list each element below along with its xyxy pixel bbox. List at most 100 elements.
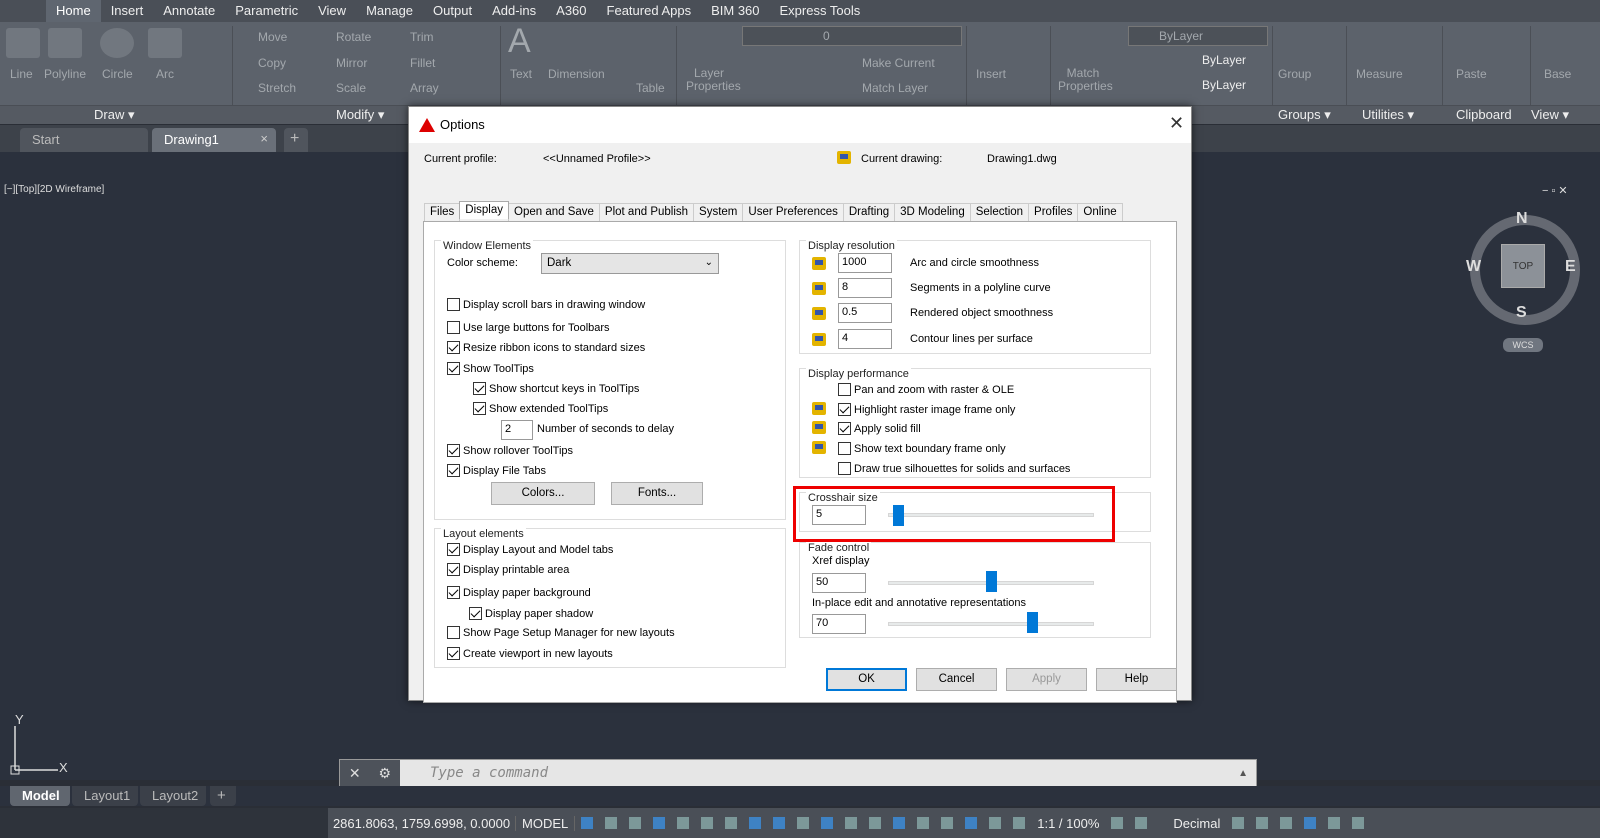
polar-tracking-icon[interactable] — [701, 817, 714, 829]
option-true-silhouettes[interactable]: Draw true silhouettes for solids and sur… — [838, 462, 1070, 475]
compass-north[interactable]: N — [1516, 210, 1528, 228]
customize-wrench-icon[interactable]: ⚙ — [379, 765, 392, 782]
wcs-menu[interactable]: WCS — [1503, 338, 1543, 352]
circle-icon[interactable] — [100, 28, 134, 58]
inplace-slider-track[interactable] — [888, 622, 1094, 626]
arc-smoothness-input[interactable]: 1000 — [838, 253, 892, 273]
tab-model[interactable]: Model — [10, 786, 70, 806]
gizmo-icon[interactable] — [941, 817, 954, 829]
arc-icon[interactable] — [148, 28, 182, 58]
trim-tool[interactable]: Trim — [410, 30, 434, 44]
tab-drawing1[interactable]: Drawing1 × — [152, 128, 276, 152]
annotation-scale-icon[interactable] — [1013, 817, 1026, 829]
option-page-setup-manager[interactable]: Show Page Setup Manager for new layouts — [447, 626, 675, 639]
text-label[interactable]: Text — [510, 67, 532, 81]
table-tool[interactable]: Table — [636, 81, 665, 95]
checkbox[interactable] — [473, 402, 486, 415]
ribbon-tab-output[interactable]: Output — [423, 0, 482, 22]
fonts-button[interactable]: Fonts... — [611, 482, 703, 505]
ribbon-tab-annotate[interactable]: Annotate — [153, 0, 225, 22]
ribbon-tab-featured-apps[interactable]: Featured Apps — [597, 0, 702, 22]
new-tab-button[interactable]: + — [284, 128, 308, 152]
compass-west[interactable]: W — [1466, 258, 1481, 276]
ribbon-tab-insert[interactable]: Insert — [101, 0, 154, 22]
inplace-edit-input[interactable]: 70 — [812, 614, 866, 634]
option-highlight-raster[interactable]: Highlight raster image frame only — [838, 403, 1015, 416]
match-properties-label[interactable]: Match Properties — [1058, 67, 1113, 93]
lineweight-icon[interactable] — [797, 817, 810, 829]
command-input[interactable]: Type a command — [400, 765, 1238, 781]
ok-button[interactable]: OK — [826, 668, 907, 691]
grid-icon[interactable] — [581, 817, 594, 829]
checkbox[interactable] — [447, 362, 460, 375]
copy-tool[interactable]: Copy — [258, 56, 286, 70]
checkbox[interactable] — [447, 563, 460, 576]
annotation-scale-value[interactable]: 1:1 / 100% — [1037, 816, 1099, 831]
isodraft-icon[interactable] — [725, 817, 738, 829]
tab-open-and-save[interactable]: Open and Save — [508, 203, 600, 221]
clean-screen-icon[interactable] — [1328, 817, 1341, 829]
object-snap-icon[interactable] — [773, 817, 786, 829]
dimension-label[interactable]: Dimension — [548, 67, 605, 81]
rendered-smoothness-input[interactable]: 0.5 — [838, 303, 892, 323]
make-current-tool[interactable]: Make Current — [862, 56, 935, 70]
option-printable-area[interactable]: Display printable area — [447, 563, 569, 576]
dynamic-input-icon[interactable] — [653, 817, 666, 829]
inplace-slider-thumb[interactable] — [1027, 612, 1039, 633]
checkbox[interactable] — [447, 543, 460, 556]
circle-label[interactable]: Circle — [102, 67, 133, 81]
match-layer-tool[interactable]: Match Layer — [862, 81, 928, 95]
cancel-button[interactable]: Cancel — [916, 668, 997, 691]
checkbox[interactable] — [447, 464, 460, 477]
ribbon-tab-manage[interactable]: Manage — [356, 0, 423, 22]
panel-clipboard[interactable]: Clipboard — [1456, 105, 1512, 124]
crosshair-slider-track[interactable] — [888, 513, 1094, 517]
ribbon-tab-parametric[interactable]: Parametric — [225, 0, 308, 22]
tab-drafting[interactable]: Drafting — [842, 203, 896, 221]
ribbon-tab-home[interactable]: Home — [46, 0, 101, 22]
option-apply-solid-fill[interactable]: Apply solid fill — [838, 422, 921, 435]
checkbox[interactable] — [447, 647, 460, 660]
help-button[interactable]: Help — [1096, 668, 1177, 691]
tab-files[interactable]: Files — [424, 203, 461, 221]
model-space-toggle[interactable]: MODEL — [515, 815, 576, 831]
ribbon-tab-bim360[interactable]: BIM 360 — [701, 0, 769, 22]
infer-constraints-icon[interactable] — [629, 817, 642, 829]
checkbox[interactable] — [447, 586, 460, 599]
base-label[interactable]: Base — [1544, 67, 1571, 81]
viewport-controls[interactable]: [−][Top][2D Wireframe] — [4, 184, 104, 195]
panel-view[interactable]: View ▾ — [1531, 105, 1569, 124]
ortho-icon[interactable] — [677, 817, 690, 829]
dynamic-ucs-icon[interactable] — [893, 817, 906, 829]
checkbox[interactable] — [838, 442, 851, 455]
line-label[interactable]: Line — [10, 67, 33, 81]
line-icon[interactable] — [6, 28, 40, 58]
group-label[interactable]: Group — [1278, 67, 1311, 81]
checkbox[interactable] — [838, 383, 851, 396]
tab-display[interactable]: Display — [459, 201, 509, 219]
checkbox[interactable] — [838, 462, 851, 475]
arc-label[interactable]: Arc — [156, 67, 174, 81]
checkbox[interactable] — [447, 626, 460, 639]
insert-label[interactable]: Insert — [976, 67, 1006, 81]
viewport-window-controls[interactable]: − ▫ ✕ — [1542, 184, 1568, 197]
text-icon[interactable]: A — [508, 22, 531, 61]
tab-profiles[interactable]: Profiles — [1028, 203, 1079, 221]
tab-3d-modeling[interactable]: 3D Modeling — [894, 203, 971, 221]
quick-properties-icon[interactable] — [1232, 817, 1245, 829]
option-pan-zoom-raster[interactable]: Pan and zoom with raster & OLE — [838, 383, 1014, 396]
close-command-icon[interactable]: ✕ — [349, 765, 361, 782]
layer-dropdown[interactable]: 0 — [742, 26, 962, 46]
mirror-tool[interactable]: Mirror — [336, 56, 367, 70]
option-show-tooltips[interactable]: Show ToolTips — [447, 362, 534, 375]
linetype-dropdown[interactable]: ByLayer — [1128, 51, 1276, 71]
color-dropdown[interactable]: ByLayer — [1128, 26, 1268, 46]
customization-menu-icon[interactable] — [1352, 817, 1365, 829]
checkbox[interactable] — [838, 422, 851, 435]
annotation-monitor-icon[interactable] — [1135, 817, 1148, 829]
polyline-icon[interactable] — [48, 28, 82, 58]
move-tool[interactable]: Move — [258, 30, 287, 44]
array-tool[interactable]: Array — [410, 81, 439, 95]
measure-label[interactable]: Measure — [1356, 67, 1403, 81]
scale-tool[interactable]: Scale — [336, 81, 366, 95]
